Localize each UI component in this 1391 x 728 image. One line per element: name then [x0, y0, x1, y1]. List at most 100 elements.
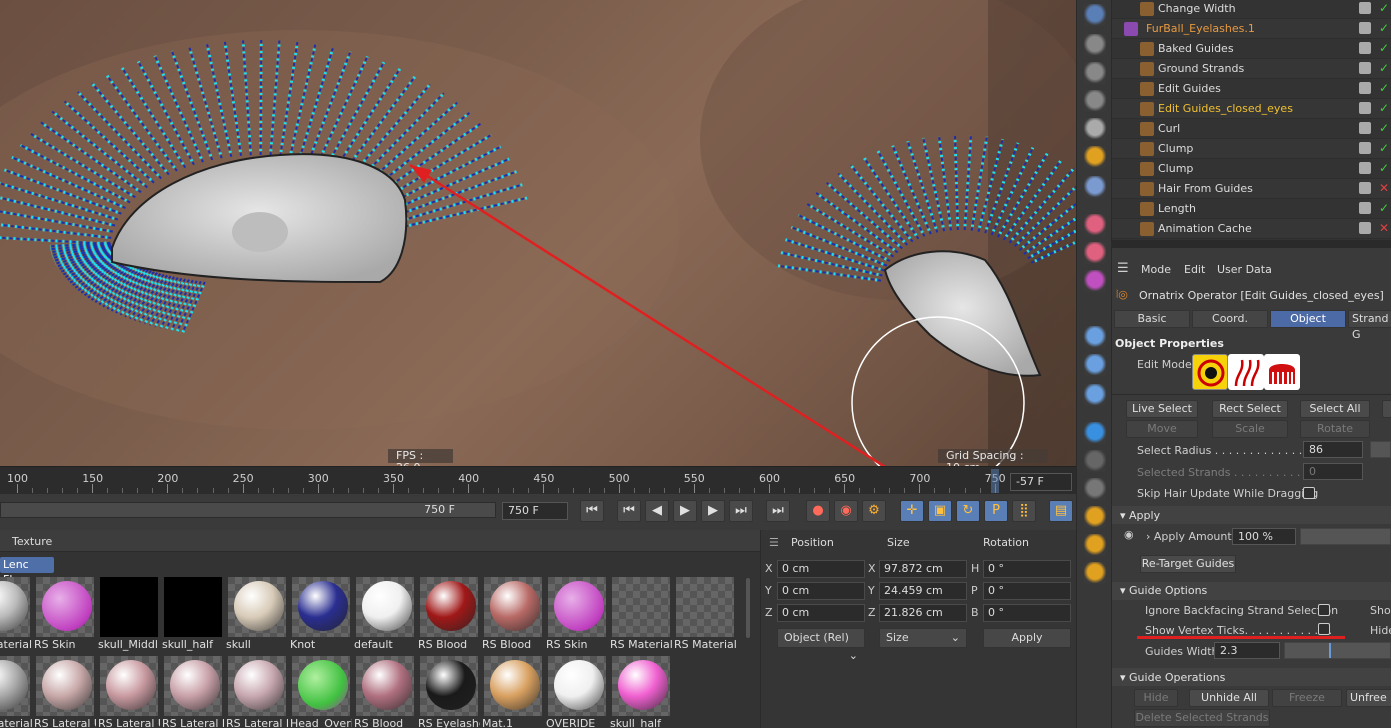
scale-button[interactable]: Scale	[1212, 420, 1288, 438]
3d-viewport[interactable]: FPS : 26.0 Grid Spacing : 10 cm	[0, 0, 1076, 466]
object-row[interactable]: Ground Strands ✓	[1112, 59, 1391, 79]
rotation-field[interactable]: 0 °	[983, 604, 1071, 622]
texture-tab[interactable]: Texture	[12, 535, 52, 548]
material-swatch[interactable]: RS Material	[674, 577, 736, 653]
guides-width-field[interactable]: 2.3	[1214, 642, 1280, 659]
size-field[interactable]: 21.826 cm	[879, 604, 967, 622]
object-row[interactable]: Change Width ✓	[1112, 0, 1391, 19]
play-circle-icon[interactable]	[1084, 422, 1106, 444]
timeline-window-button[interactable]: ▤	[1049, 500, 1073, 522]
object-row[interactable]: Length ✓	[1112, 199, 1391, 219]
coord-menu-icon[interactable]: ☰	[769, 536, 779, 549]
key-pla-button[interactable]: ⣿	[1012, 500, 1036, 522]
key-scale-button[interactable]: ▣	[928, 500, 952, 522]
end-frame-field[interactable]: 750 F	[502, 502, 568, 520]
select-all-button[interactable]: Select All	[1300, 400, 1370, 418]
material-swatch[interactable]: RS Lateral D	[226, 656, 288, 728]
next-key-button[interactable]: ⏭	[729, 500, 753, 522]
more-select-button[interactable]	[1382, 400, 1391, 418]
apply-amount-field[interactable]: 100 %	[1232, 528, 1296, 545]
enabled-check-icon[interactable]: ✓	[1379, 159, 1389, 178]
show-vertex-ticks-checkbox[interactable]	[1318, 623, 1330, 635]
edit-toggle-icon[interactable]	[1359, 2, 1371, 14]
guides-width-slider-handle[interactable]	[1329, 643, 1331, 658]
material-swatch[interactable]: RS Lateral U	[34, 656, 96, 728]
enabled-check-icon[interactable]: ✓	[1379, 0, 1389, 18]
paint-icon[interactable]	[1084, 354, 1106, 376]
coordinate-mode-dropdown[interactable]: Object (Rel) ⌄	[777, 628, 865, 662]
edit-toggle-icon[interactable]	[1359, 202, 1371, 214]
key-param-button[interactable]: P	[984, 500, 1008, 522]
sphere-icon[interactable]	[1084, 34, 1106, 56]
position-field[interactable]: 0 cm	[777, 560, 865, 578]
material-swatch[interactable]: RS Blood	[418, 577, 480, 653]
animate-dot-icon[interactable]: ◉	[1124, 528, 1134, 541]
object-row[interactable]: Edit Guides_closed_eyes ✓	[1112, 99, 1391, 119]
timeline-playhead[interactable]	[990, 469, 999, 493]
go-to-end-button[interactable]: ⏭	[766, 500, 790, 522]
tab-object[interactable]: Object	[1270, 310, 1346, 328]
snap-icon[interactable]	[1084, 506, 1106, 528]
object-manager-scrollbar[interactable]	[1112, 240, 1391, 248]
size-field[interactable]: 97.872 cm	[879, 560, 967, 578]
rotation-field[interactable]: 0 °	[983, 582, 1071, 600]
apply-amount-slider[interactable]	[1300, 528, 1391, 545]
object-row[interactable]: Animation Cache ✕	[1112, 219, 1391, 239]
guides-width-slider[interactable]	[1284, 642, 1391, 659]
material-swatch[interactable]: Mat.1	[482, 656, 544, 728]
brush-icon[interactable]	[1084, 326, 1106, 348]
size-mode-dropdown[interactable]: Size ⌄	[879, 628, 967, 648]
filter-chip[interactable]: Lenc Flare	[0, 557, 54, 586]
record-button[interactable]: ●	[806, 500, 830, 522]
next-frame-button[interactable]: ▶	[701, 500, 725, 522]
tab-coord[interactable]: Coord.	[1192, 310, 1268, 328]
edit-toggle-icon[interactable]	[1359, 22, 1371, 34]
object-row[interactable]: Hair From Guides ✕	[1112, 179, 1391, 199]
comb-tool-icon[interactable]	[1084, 562, 1106, 584]
edit-mode-strands-button[interactable]	[1228, 354, 1264, 390]
edit-toggle-icon[interactable]	[1359, 122, 1371, 134]
edit-toggle-icon[interactable]	[1359, 222, 1371, 234]
position-field[interactable]: 0 cm	[777, 582, 865, 600]
edit-toggle-icon[interactable]	[1359, 62, 1371, 74]
menu-mode[interactable]: Mode	[1141, 263, 1171, 276]
material-swatch[interactable]: Head_Overi	[290, 656, 352, 728]
enabled-check-icon[interactable]: ✓	[1379, 99, 1389, 118]
disabled-x-icon[interactable]: ✕	[1379, 179, 1389, 198]
select-radius-slider[interactable]	[1370, 441, 1391, 458]
skip-hair-update-checkbox[interactable]	[1303, 487, 1315, 499]
timeline-range-slider[interactable]: 750 F	[0, 502, 496, 518]
material-scrollbar[interactable]	[746, 578, 750, 638]
go-to-start-button[interactable]: ⏮	[580, 500, 604, 522]
prev-frame-button[interactable]: ◀	[645, 500, 669, 522]
enabled-check-icon[interactable]: ✓	[1379, 199, 1389, 218]
keyframe-selection-button[interactable]: ⚙	[862, 500, 886, 522]
edit-toggle-icon[interactable]	[1359, 42, 1371, 54]
material-swatch[interactable]: skull	[226, 577, 288, 653]
rotate-button[interactable]: Rotate	[1300, 420, 1370, 438]
enabled-check-icon[interactable]: ✓	[1379, 79, 1389, 98]
edit-mode-comb-button[interactable]	[1264, 354, 1300, 390]
autokey-button[interactable]: ◉	[834, 500, 858, 522]
live-select-button[interactable]: Live Select	[1126, 400, 1198, 418]
object-row[interactable]: Edit Guides ✓	[1112, 79, 1391, 99]
material-swatch[interactable]: OVERIDE	[546, 656, 608, 728]
menu-edit[interactable]: Edit	[1184, 263, 1205, 276]
edit-mode-brush-button[interactable]	[1192, 354, 1228, 390]
edit-toggle-icon[interactable]	[1359, 82, 1371, 94]
enabled-check-icon[interactable]: ✓	[1379, 59, 1389, 78]
enabled-check-icon[interactable]: ✓	[1379, 119, 1389, 138]
cube-red-icon[interactable]	[1084, 242, 1106, 264]
object-row[interactable]: Clump ✓	[1112, 159, 1391, 179]
object-row[interactable]: Curl ✓	[1112, 119, 1391, 139]
tab-basic[interactable]: Basic	[1114, 310, 1190, 328]
material-swatch[interactable]: skull_half	[610, 656, 672, 728]
spline-icon[interactable]	[1084, 90, 1106, 112]
material-swatch[interactable]: RS Blood	[482, 577, 544, 653]
pen-icon[interactable]	[1084, 384, 1106, 406]
material-swatch[interactable]: default	[354, 577, 416, 653]
play-button[interactable]: ▶	[673, 500, 697, 522]
grid-icon[interactable]	[1084, 118, 1106, 140]
apply-coordinates-button[interactable]: Apply	[983, 628, 1071, 648]
material-swatch[interactable]: RS Skin	[546, 577, 608, 653]
